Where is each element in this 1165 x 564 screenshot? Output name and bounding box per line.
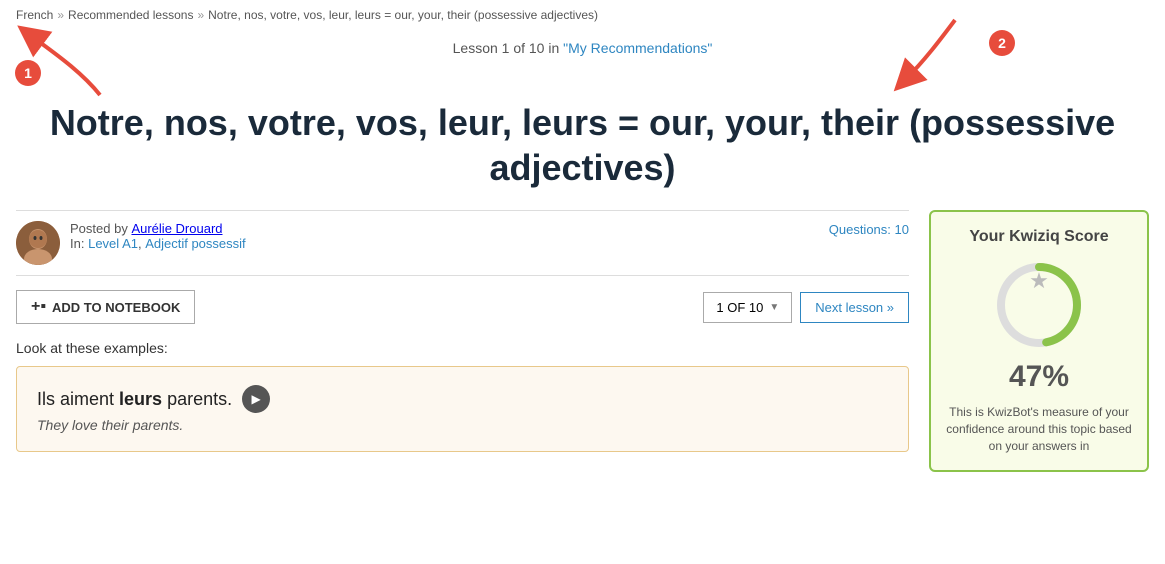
star-icon: ★ bbox=[1029, 268, 1049, 294]
annotation-badge-2: 2 bbox=[989, 30, 1015, 56]
annotation-badge-1: 1 bbox=[15, 60, 41, 86]
author-info: Posted by Aurélie Drouard In: Level A1, … bbox=[70, 221, 246, 251]
breadcrumb-sep-2: » bbox=[197, 8, 204, 22]
breadcrumb-sep-1: » bbox=[57, 8, 64, 22]
questions-count: Questions: 10 bbox=[829, 221, 909, 237]
sidebar: Your Kwiziq Score ★ 47% This is KwizBot'… bbox=[929, 210, 1149, 472]
add-to-notebook-button[interactable]: +▪ ADD TO NOTEBOOK bbox=[16, 290, 195, 324]
kwiziq-score-box: Your Kwiziq Score ★ 47% This is KwizBot'… bbox=[929, 210, 1149, 472]
nav-controls: 1 OF 10 ▼ Next lesson » bbox=[703, 292, 909, 323]
posted-by-label: Posted by bbox=[70, 221, 128, 236]
examples-intro: Look at these examples: bbox=[16, 340, 909, 356]
breadcrumb-french[interactable]: French bbox=[16, 8, 53, 22]
arrow-2-annotation bbox=[865, 15, 995, 95]
next-lesson-button[interactable]: Next lesson » bbox=[800, 292, 909, 323]
french-sentence: Ils aiment leurs parents. bbox=[37, 389, 232, 410]
author-row: Posted by Aurélie Drouard In: Level A1, … bbox=[16, 210, 909, 276]
french-example-text: Ils aiment leurs parents. ▶ bbox=[37, 385, 888, 413]
actions-row: +▪ ADD TO NOTEBOOK 1 OF 10 ▼ Next lesson… bbox=[16, 290, 909, 324]
avatar bbox=[16, 221, 60, 265]
score-circle: ★ bbox=[994, 260, 1084, 350]
example-box: Ils aiment leurs parents. ▶ They love th… bbox=[16, 366, 909, 452]
level-tag[interactable]: Level A1 bbox=[88, 236, 138, 251]
score-title: Your Kwiziq Score bbox=[945, 228, 1133, 246]
audio-play-button[interactable]: ▶ bbox=[242, 385, 270, 413]
author-left: Posted by Aurélie Drouard In: Level A1, … bbox=[16, 221, 246, 265]
author-name-link[interactable]: Aurélie Drouard bbox=[131, 221, 222, 236]
my-recommendations-link[interactable]: "My Recommendations" bbox=[563, 40, 712, 56]
score-number: 47% bbox=[945, 360, 1133, 394]
speaker-icon: ▶ bbox=[251, 392, 260, 406]
lesson-counter-dropdown[interactable]: 1 OF 10 ▼ bbox=[703, 292, 792, 323]
lesson-title: Notre, nos, votre, vos, leur, leurs = ou… bbox=[0, 90, 1165, 210]
content-area: Posted by Aurélie Drouard In: Level A1, … bbox=[16, 210, 909, 472]
notebook-icon: +▪ bbox=[31, 298, 46, 316]
chevron-down-icon: ▼ bbox=[769, 302, 779, 313]
breadcrumb-recommended[interactable]: Recommended lessons bbox=[68, 8, 193, 22]
score-description: This is KwizBot's measure of your confid… bbox=[945, 404, 1133, 454]
translation-text: They love their parents. bbox=[37, 417, 888, 433]
subject-tag[interactable]: Adjectif possessif bbox=[145, 236, 245, 251]
breadcrumb-current: Notre, nos, votre, vos, leur, leurs = ou… bbox=[208, 8, 598, 22]
